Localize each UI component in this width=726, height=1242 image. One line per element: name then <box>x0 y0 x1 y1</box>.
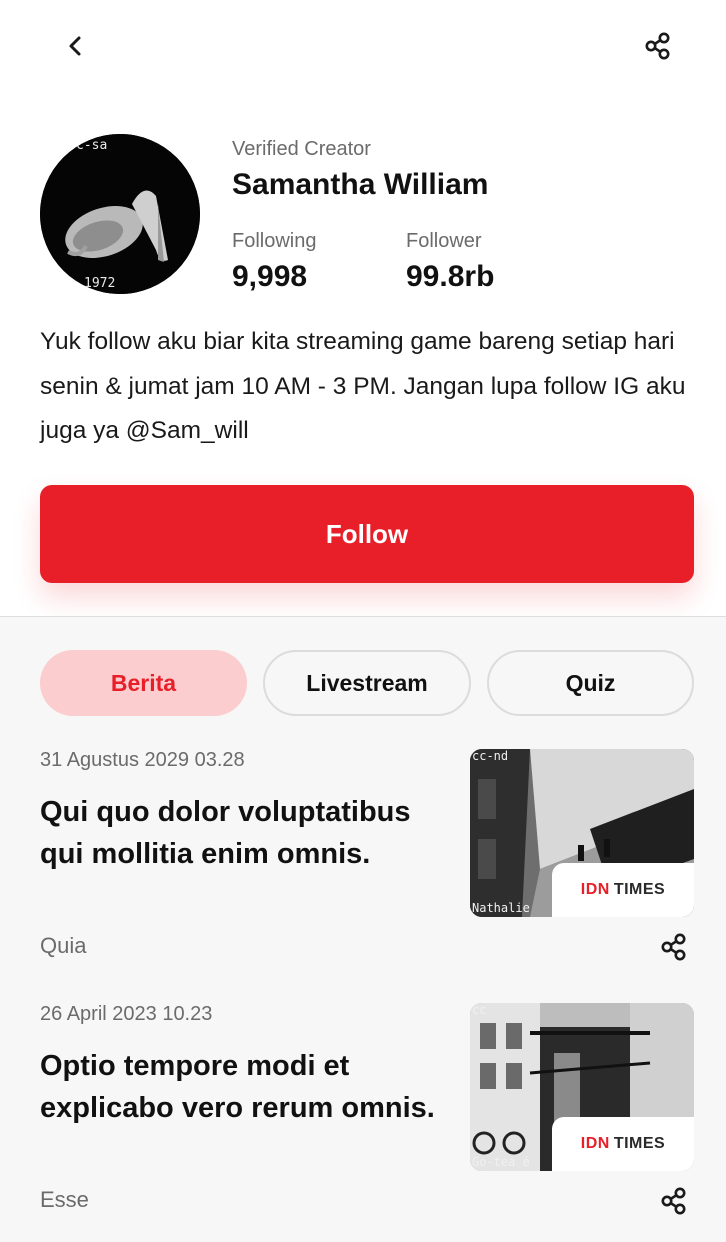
following-count[interactable]: 9,998 <box>232 260 307 294</box>
tab-quiz[interactable]: Quiz <box>487 650 694 716</box>
image-caption-top: cc <box>472 1003 487 1017</box>
article-card[interactable]: 26 April 2023 10.23 Optio tempore modi e… <box>40 1003 694 1242</box>
brand-idn: IDN <box>580 881 610 898</box>
follow-button[interactable]: Follow <box>40 485 694 583</box>
share-icon <box>661 1187 686 1215</box>
image-caption-bottom: Nathalie <box>472 901 530 915</box>
image-caption-top: cc-nd <box>472 749 509 763</box>
article-date: 26 April 2023 10.23 <box>40 1003 213 1025</box>
idn-times-logo: IDN TIMES <box>552 1117 694 1171</box>
creator-name: Samantha William <box>232 168 489 201</box>
brand-times: TIMES <box>613 881 666 898</box>
share-icon <box>661 933 686 961</box>
follower-count[interactable]: 99.8rb <box>406 260 494 294</box>
article-thumbnail[interactable]: cc Go-tea é IDN TIMES <box>470 1003 694 1171</box>
share-button[interactable] <box>634 22 682 70</box>
tab-livestream[interactable]: Livestream <box>263 650 471 716</box>
article-thumbnail[interactable]: cc-nd Nathalie IDN TIMES <box>470 749 694 917</box>
follower-label: Follower <box>406 230 482 252</box>
idn-times-logo: IDN TIMES <box>552 863 694 917</box>
chevron-left-icon <box>69 36 81 56</box>
avatar-caption-bottom: 1972 <box>84 276 116 291</box>
article-card[interactable]: 31 Agustus 2029 03.28 Qui quo dolor volu… <box>40 749 694 979</box>
following-label: Following <box>232 230 317 252</box>
top-bar <box>0 0 726 92</box>
share-icon <box>645 32 670 60</box>
profile-bio: Yuk follow aku biar kita streaming game … <box>40 328 686 444</box>
article-title[interactable]: Optio tempore modi et explicabo vero rer… <box>40 1045 450 1129</box>
brand-times: TIMES <box>613 1135 666 1152</box>
tab-berita[interactable]: Berita <box>40 650 247 716</box>
article-share-button[interactable] <box>652 1181 696 1221</box>
back-button[interactable] <box>52 22 100 70</box>
avatar-caption-top: c-sa <box>76 138 108 153</box>
article-title[interactable]: Qui quo dolor voluptatibus qui mollitia … <box>40 791 450 875</box>
image-caption-bottom: Go-tea é <box>472 1155 530 1169</box>
content-feed: Berita Livestream Quiz 31 Agustus 2029 0… <box>0 616 726 1242</box>
article-date: 31 Agustus 2029 03.28 <box>40 749 245 771</box>
article-category[interactable]: Esse <box>40 1187 89 1213</box>
brand-idn: IDN <box>580 1135 610 1152</box>
avatar-image <box>40 134 200 294</box>
article-category[interactable]: Quia <box>40 933 86 959</box>
avatar[interactable]: c-sa 1972 <box>40 134 200 294</box>
verified-badge: Verified Creator <box>232 138 371 160</box>
article-share-button[interactable] <box>652 927 696 967</box>
